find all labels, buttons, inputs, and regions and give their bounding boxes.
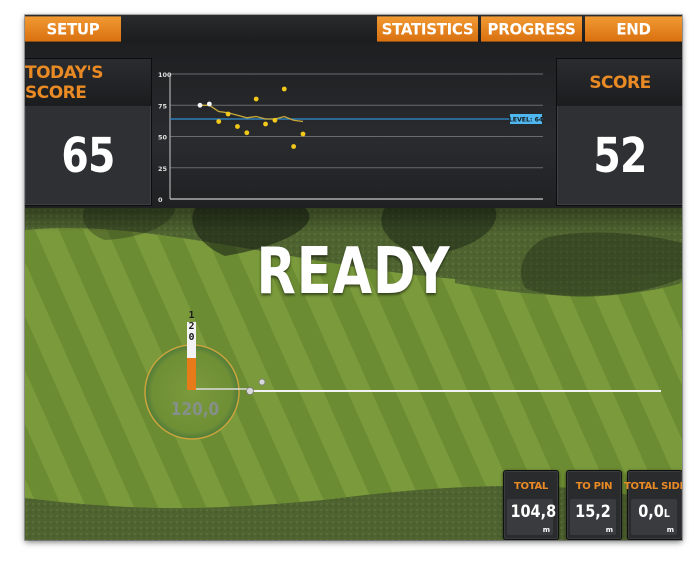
top-bar: SETUP STATISTICS PROGRESS END [25, 15, 682, 43]
score-panel: SCORE 52 [556, 58, 682, 206]
chart-point [206, 101, 212, 107]
score-chart: 0 25 50 75 100 LEVEL: 64 [156, 67, 551, 205]
chart-point [272, 117, 278, 123]
chart-point [263, 121, 268, 127]
chart-y-tick-label: 0 [158, 196, 163, 204]
setup-button[interactable]: SETUP [25, 16, 121, 42]
to-pin-value: 15,2 [575, 502, 611, 522]
total-stat: TOTAL 104,8 m [503, 470, 559, 540]
total-unit: m [542, 526, 550, 534]
chart-point [300, 131, 306, 137]
total-value: 104,8 [510, 502, 557, 522]
total-value-box: 104,8 m [507, 499, 557, 535]
statistics-button[interactable]: STATISTICS [377, 16, 478, 42]
pin-distance-label: 120,0 [170, 399, 220, 420]
total-side-stat: TOTAL SIDE 0,0L m [624, 470, 682, 540]
total-side-label: TOTAL SIDE [624, 480, 682, 492]
simulator-screen: SETUP STATISTICS PROGRESS END TODAY'S SC… [25, 15, 682, 540]
chart-point [253, 96, 259, 102]
chart-point [244, 130, 250, 136]
total-label: TOTAL [514, 480, 548, 492]
score-value: 52 [593, 128, 647, 184]
total-side-value-box: 0,0L m [631, 499, 677, 535]
todays-score-panel: TODAY'S SCORE 65 [25, 58, 152, 206]
chart-point [225, 111, 231, 117]
chart-y-tick-label: 75 [158, 102, 168, 110]
ball-last-shot [258, 378, 266, 386]
chart-point [235, 124, 240, 129]
chart-y-tick-label: 50 [158, 134, 168, 142]
end-button[interactable]: END [585, 16, 682, 42]
chart-y-tick-label: 25 [158, 165, 168, 173]
pin-flag-text: 120 [188, 310, 195, 343]
progress-button[interactable]: PROGRESS [481, 16, 582, 42]
todays-score-label: TODAY'S SCORE [25, 59, 151, 106]
chart-level-label: LEVEL: 64 [509, 117, 544, 124]
ball [246, 387, 254, 395]
total-side-value: 0,0L [638, 502, 670, 522]
to-pin-value-box: 15,2 m [570, 499, 616, 535]
chart-point [216, 119, 222, 124]
chart-point [281, 86, 287, 92]
to-pin-stat: TO PIN 15,2 m [566, 470, 622, 540]
todays-score-value: 65 [61, 128, 115, 184]
score-label: SCORE [557, 59, 682, 106]
to-pin-unit: m [605, 526, 613, 534]
score-chart-svg: 0255075100LEVEL: 64 [158, 71, 544, 204]
chart-point [291, 144, 297, 149]
to-pin-label: TO PIN [575, 480, 613, 492]
total-side-unit: m [666, 526, 674, 534]
status-text: READY [256, 235, 451, 309]
chart-point [197, 102, 203, 108]
